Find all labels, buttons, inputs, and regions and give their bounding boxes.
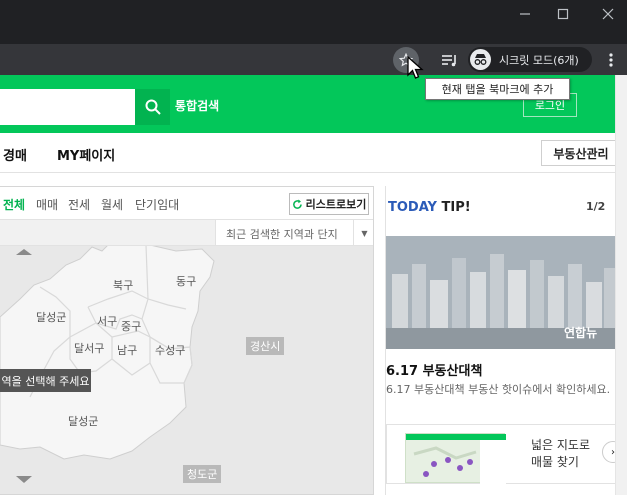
today-tip-pager[interactable]: 1/2 bbox=[586, 200, 605, 213]
map-label-dalseogu[interactable]: 달서구 bbox=[74, 340, 104, 356]
news-title[interactable]: 6.17 부동산대책 bbox=[386, 360, 482, 379]
dropdown-arrow-icon[interactable]: ▼ bbox=[353, 220, 373, 246]
recent-search-label: 최근 검색한 지역과 단지 bbox=[226, 228, 338, 241]
select-region-tooltip: 역을 선택해 주세요 bbox=[0, 369, 91, 392]
map-label-seogu[interactable]: 서구 bbox=[97, 313, 117, 329]
map-label-bukgu[interactable]: 북구 bbox=[113, 277, 133, 293]
search-button[interactable] bbox=[135, 89, 170, 125]
bookmark-tooltip: 현재 탭을 북마크에 추가 bbox=[425, 78, 570, 100]
minimize-icon bbox=[520, 13, 530, 15]
reading-list-button[interactable] bbox=[436, 47, 462, 73]
search-icon bbox=[145, 99, 161, 115]
incognito-badge[interactable]: 시크릿 모드(6개) bbox=[468, 47, 592, 72]
map-label-dalseonggun-north[interactable]: 달성군 bbox=[36, 309, 66, 325]
filter-sale[interactable]: 매매 bbox=[36, 196, 58, 213]
apartment-photo[interactable]: 연합뉴 bbox=[386, 236, 616, 349]
reading-list-icon bbox=[442, 55, 456, 67]
browser-title-bar bbox=[0, 0, 627, 44]
mouse-cursor-icon bbox=[407, 56, 424, 79]
map-label-cheongdogun[interactable]: 청도군 bbox=[183, 465, 222, 483]
maximize-button[interactable] bbox=[543, 0, 583, 28]
minimize-button[interactable] bbox=[505, 0, 545, 28]
recent-search-dropdown[interactable]: 최근 검색한 지역과 단지 ▼ bbox=[215, 220, 373, 246]
filter-short-term[interactable]: 단기임대 bbox=[135, 196, 179, 213]
wide-map-banner[interactable]: 넓은 지도로 매물 찾기 › bbox=[386, 424, 624, 484]
main-nav: 경매 MY페이지 부동산관리 bbox=[0, 133, 621, 173]
map-label-gyeongsansi[interactable]: 경산시 bbox=[246, 337, 285, 355]
maximize-icon bbox=[557, 8, 569, 20]
map-label-junggu[interactable]: 중구 bbox=[121, 318, 141, 334]
nav-item-mypage[interactable]: MY페이지 bbox=[57, 145, 115, 164]
page-scrollbar[interactable] bbox=[615, 75, 627, 495]
today-tip-title: TODAY TIP! bbox=[388, 200, 471, 215]
map-label-suseonggu[interactable]: 수성구 bbox=[155, 342, 185, 358]
integrated-search-button[interactable]: 통합검색 bbox=[175, 97, 219, 114]
refresh-icon bbox=[292, 199, 302, 209]
incognito-label: 시크릿 모드(6개) bbox=[499, 53, 579, 67]
realty-management-button[interactable]: 부동산관리 bbox=[541, 140, 621, 166]
incognito-icon bbox=[470, 49, 491, 70]
filter-jeonse[interactable]: 전세 bbox=[68, 196, 90, 213]
banner-text: 넓은 지도로 매물 찾기 bbox=[531, 438, 591, 469]
map-panel: 전체 매매 전세 월세 단기임대 리스트로보기 최근 검색한 지역과 단지 ▼ … bbox=[0, 186, 374, 495]
map-label-donggu[interactable]: 동구 bbox=[176, 273, 196, 289]
map-thumbnail bbox=[405, 433, 506, 484]
filter-monthly[interactable]: 월세 bbox=[101, 196, 123, 213]
nav-item-auction[interactable]: 경매 bbox=[3, 145, 27, 164]
list-view-label: 리스트로보기 bbox=[305, 198, 367, 211]
map-toolbar-strip bbox=[0, 220, 215, 246]
kebab-menu-icon bbox=[609, 53, 613, 67]
map-label-namgu[interactable]: 남구 bbox=[117, 342, 137, 358]
today-tip-panel: TODAY TIP! 1/2 연합뉴 6.17 부동산대책 6.17 부동산대책… bbox=[385, 186, 624, 495]
browser-toolbar: 시크릿 모드(6개) bbox=[0, 44, 627, 75]
deal-type-filter-bar: 전체 매매 전세 월세 단기임대 리스트로보기 bbox=[0, 187, 373, 220]
browser-menu-button[interactable] bbox=[598, 47, 624, 73]
list-view-button[interactable]: 리스트로보기 bbox=[289, 193, 369, 215]
photo-credit: 연합뉴 bbox=[564, 326, 598, 340]
filter-all[interactable]: 전체 bbox=[3, 196, 25, 213]
news-description[interactable]: 6.17 부동산대책 부동산 핫이슈에서 확인하세요. bbox=[386, 381, 610, 397]
map-label-dalseonggun-south[interactable]: 달성군 bbox=[68, 413, 98, 429]
close-button[interactable] bbox=[588, 0, 627, 28]
close-icon bbox=[602, 8, 614, 20]
search-input[interactable] bbox=[0, 89, 135, 125]
